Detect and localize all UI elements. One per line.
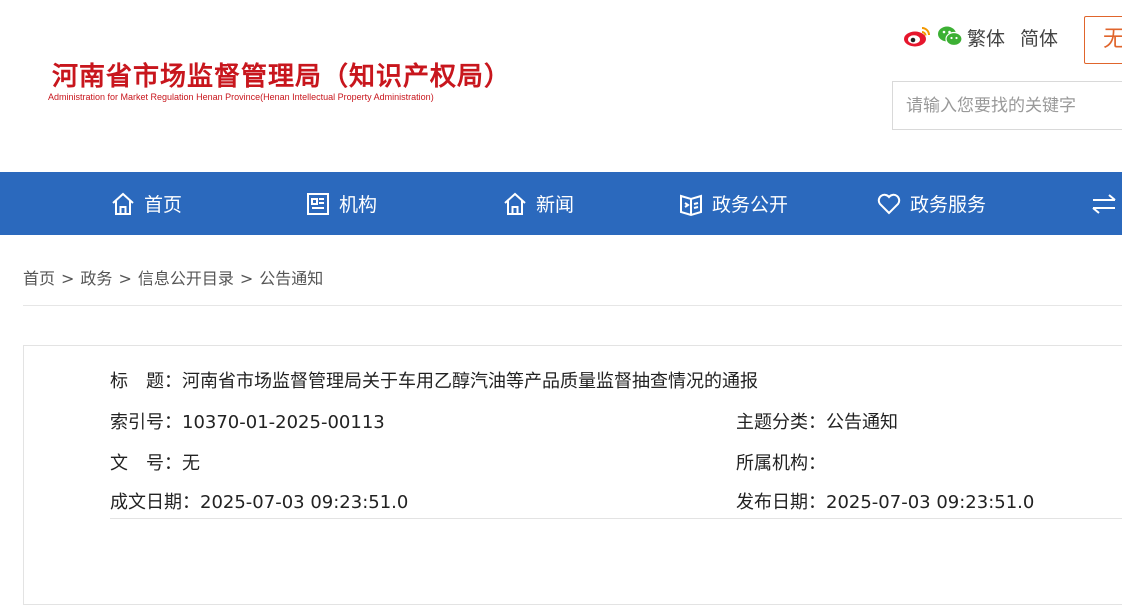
title-value: 河南省市场监督管理局关于车用乙醇汽油等产品质量监督抽查情况的通报 [182,371,758,392]
nav-label: 政务公开 [712,194,789,216]
main-nav: 首页 机构 新闻 政务公开 政务服务 [0,172,1122,235]
docno-value: 无 [182,453,200,474]
search-input[interactable] [893,82,1122,129]
breadcrumb-notices[interactable]: 公告通知 [259,269,323,288]
org-row: 所属机构： [736,449,826,475]
breadcrumb: 首页 > 政务 > 信息公开目录 > 公告通知 [23,265,323,289]
accessibility-button[interactable]: 无 [1084,16,1122,64]
breadcrumb-affairs[interactable]: 政务 [80,269,112,288]
nav-item-institution[interactable]: 机构 [305,172,377,235]
breadcrumb-divider [23,305,1122,306]
nav-label: 机构 [339,194,378,216]
breadcrumb-separator: > [239,269,254,288]
search-box [892,81,1122,130]
nav-item-home[interactable]: 首页 [110,172,182,235]
index-row: 索引号：10370-01-2025-00113 [110,408,385,434]
nav-item-interaction[interactable] [1090,172,1122,235]
created-date-label: 成文日期： [110,492,200,513]
open-government-icon [678,191,704,217]
simplified-chinese-link[interactable]: 简体 [1020,24,1058,51]
index-label: 索引号： [110,412,182,433]
wechat-icon[interactable] [937,24,963,48]
category-row: 主题分类：公告通知 [736,408,898,434]
weibo-icon[interactable] [903,24,931,48]
index-value: 10370-01-2025-00113 [182,412,385,433]
nav-label: 首页 [144,194,183,216]
home-icon [110,191,136,217]
site-subtitle: Administration for Market Regulation Hen… [48,92,434,102]
title-label: 标 题： [110,371,182,392]
breadcrumb-home[interactable]: 首页 [23,269,55,288]
published-date-label: 发布日期： [736,492,826,513]
category-value: 公告通知 [826,412,898,433]
panel-divider [110,518,1122,519]
breadcrumb-separator: > [118,269,132,288]
nav-item-open-government[interactable]: 政务公开 [678,172,788,235]
created-date-value: 2025-07-03 09:23:51.0 [200,492,409,513]
created-date-row: 成文日期：2025-07-03 09:23:51.0 [110,488,408,514]
interaction-arrows-icon [1090,191,1118,217]
institution-icon [305,191,331,217]
social-links [903,24,963,48]
nav-item-news[interactable]: 新闻 [502,172,574,235]
published-date-value: 2025-07-03 09:23:51.0 [826,492,1035,513]
news-icon [502,191,528,217]
published-date-row: 发布日期：2025-07-03 09:23:51.0 [736,488,1034,514]
breadcrumb-separator: > [61,269,75,288]
site-title[interactable]: 河南省市场监督管理局（知识产权局） [52,56,511,93]
docno-label: 文 号： [110,453,182,474]
traditional-chinese-link[interactable]: 繁体 [967,24,1005,51]
breadcrumb-info-catalog[interactable]: 信息公开目录 [138,269,234,288]
title-row: 标 题：河南省市场监督管理局关于车用乙醇汽油等产品质量监督抽查情况的通报 [110,367,758,393]
docno-row: 文 号：无 [110,449,200,475]
category-label: 主题分类： [736,412,826,433]
nav-item-government-services[interactable]: 政务服务 [876,172,986,235]
org-label: 所属机构： [736,453,826,474]
nav-label: 新闻 [536,194,575,216]
heart-icon [876,191,902,217]
nav-label: 政务服务 [910,194,987,216]
